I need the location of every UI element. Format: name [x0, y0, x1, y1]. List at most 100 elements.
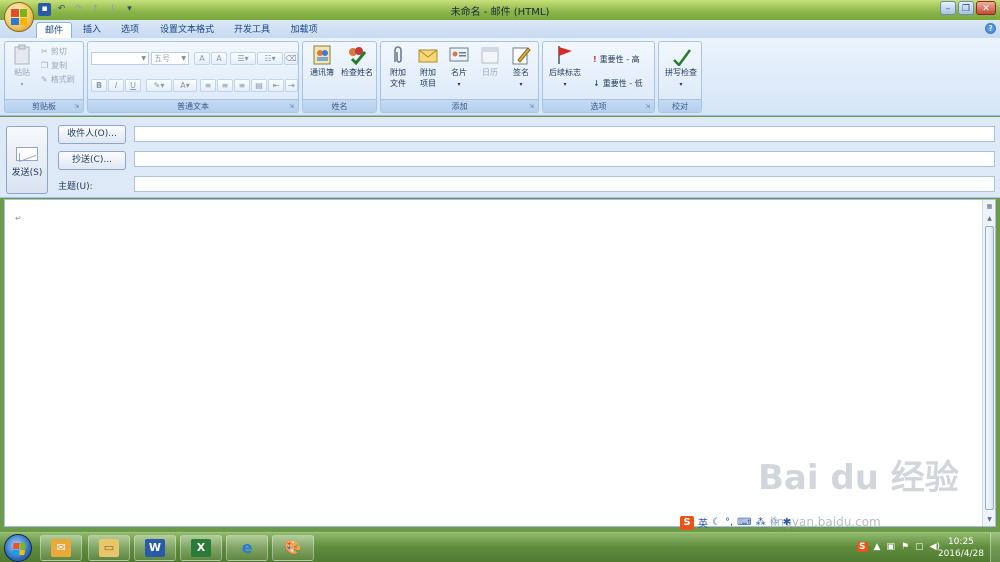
- tab-options[interactable]: 选项: [114, 22, 146, 38]
- tab-mail[interactable]: 邮件: [36, 22, 72, 38]
- folder-icon: ▭: [99, 539, 119, 557]
- punctuation-icon[interactable]: °,: [725, 517, 733, 528]
- increase-indent-button[interactable]: ⇥: [285, 79, 298, 92]
- calendar-button[interactable]: 日历: [475, 44, 505, 78]
- numbering-button[interactable]: ☷▾: [257, 52, 283, 65]
- tab-developer[interactable]: 开发工具: [226, 22, 278, 38]
- ime-mode[interactable]: 英: [698, 515, 708, 530]
- format-painter-button[interactable]: ✎ 格式刷: [41, 74, 75, 86]
- maximize-button[interactable]: ❐: [958, 1, 974, 15]
- group-include: 附加 文件 附加 项目 名片 ▾ 日历 签名 ▾ 添加 ⇲: [380, 41, 539, 113]
- start-button[interactable]: [4, 534, 32, 562]
- attach-item-button[interactable]: 附加 项目: [413, 44, 443, 89]
- shrink-font-button[interactable]: A: [211, 52, 227, 65]
- keyboard-icon[interactable]: ⌨: [737, 517, 751, 528]
- tab-insert[interactable]: 插入: [76, 22, 108, 38]
- system-tray: S ▲ ▣ ⚑ ▢ ◀): [857, 542, 940, 552]
- envelope-icon: [418, 49, 438, 63]
- dialog-launcher-icon[interactable]: ⇲: [289, 103, 296, 110]
- shirt-icon[interactable]: ♲: [770, 517, 779, 528]
- scroll-up-icon[interactable]: ▲: [984, 213, 995, 224]
- moon-icon[interactable]: ☾: [712, 517, 721, 528]
- address-book-button[interactable]: 通讯簿: [305, 44, 339, 78]
- justify-button[interactable]: ▤: [251, 79, 267, 92]
- cc-field[interactable]: [134, 151, 995, 167]
- minimize-button[interactable]: –: [940, 1, 956, 15]
- taskbar-explorer[interactable]: ▭: [88, 535, 130, 561]
- business-card-button[interactable]: 名片 ▾: [444, 44, 474, 90]
- check-names-icon: [349, 47, 367, 66]
- outlook-icon: ✉: [51, 539, 71, 557]
- importance-high-button[interactable]: ! 重要性 - 高: [593, 54, 640, 66]
- dialog-launcher-icon[interactable]: ⇲: [529, 103, 536, 110]
- clock[interactable]: 10:25 2016/4/28: [938, 536, 984, 560]
- highlight-button[interactable]: ✎▾: [146, 79, 172, 92]
- cut-button[interactable]: ✂ 剪切: [41, 46, 67, 58]
- importance-low-button[interactable]: ↓ 重要性 - 低: [593, 78, 643, 90]
- send-button[interactable]: 发送(S): [6, 126, 48, 194]
- dialog-launcher-icon[interactable]: ⇲: [74, 103, 81, 110]
- align-left-button[interactable]: ≡: [200, 79, 216, 92]
- bullets-button[interactable]: ☰▾: [230, 52, 256, 65]
- wrench-icon[interactable]: ✱: [783, 517, 791, 528]
- scroll-down-icon[interactable]: ▼: [984, 514, 995, 525]
- decrease-indent-button[interactable]: ⇤: [268, 79, 284, 92]
- office-button[interactable]: [4, 2, 34, 32]
- attach-file-button[interactable]: 附加 文件: [383, 44, 413, 89]
- vertical-scrollbar[interactable]: ▦ ▲ ▼: [982, 200, 995, 526]
- show-desktop-button[interactable]: [990, 533, 1000, 562]
- ime-toolbar: S 英 ☾ °, ⌨ ⁂ ♲ ✱: [680, 515, 791, 530]
- subject-label: 主题(U):: [58, 182, 93, 192]
- tab-add-ins[interactable]: 加载项: [282, 22, 326, 38]
- exclamation-icon: !: [593, 55, 597, 64]
- underline-button[interactable]: U: [125, 79, 141, 92]
- taskbar-word[interactable]: W: [134, 535, 176, 561]
- group-proofing: 拼写检查 ▾ 校对: [658, 41, 702, 113]
- font-color-button[interactable]: A▾: [173, 79, 197, 92]
- paint-icon: 🎨: [284, 540, 302, 556]
- send-envelope-icon: [16, 147, 38, 161]
- check-names-button[interactable]: 检查姓名: [338, 44, 376, 78]
- paste-button[interactable]: 粘贴 ▾: [9, 44, 35, 90]
- scroll-thumb[interactable]: [985, 226, 994, 510]
- cc-button[interactable]: 抄送(C)...: [58, 151, 126, 170]
- italic-button[interactable]: I: [108, 79, 124, 92]
- grow-font-button[interactable]: A: [194, 52, 210, 65]
- taskbar-paint[interactable]: 🎨: [272, 535, 314, 561]
- close-button[interactable]: ✕: [976, 1, 996, 15]
- network-icon[interactable]: ▣: [886, 542, 895, 552]
- baidu-watermark: Bai du 经验: [758, 458, 959, 498]
- taskbar-outlook[interactable]: ✉: [40, 535, 82, 561]
- ribbon-tabs: 邮件 插入 选项 设置文本格式 开发工具 加载项: [0, 20, 1000, 38]
- scissors-icon: ✂: [41, 47, 48, 56]
- clear-formatting-button[interactable]: ⌫: [284, 52, 298, 65]
- bold-button[interactable]: B: [91, 79, 107, 92]
- display-icon[interactable]: ▢: [915, 542, 924, 552]
- tab-format-text[interactable]: 设置文本格式: [152, 22, 222, 38]
- follow-up-button[interactable]: 后续标志 ▾: [544, 44, 586, 90]
- group-names: 通讯簿 检查姓名 姓名: [302, 41, 377, 113]
- action-center-icon[interactable]: ⚑: [901, 542, 909, 552]
- sogou-tray-icon[interactable]: S: [857, 542, 868, 552]
- font-size-combo[interactable]: 五号 ▼: [151, 52, 189, 65]
- brush-icon: ✎: [41, 75, 48, 84]
- internet-explorer-icon: e: [241, 538, 253, 557]
- group-label-clipboard: 剪贴板: [5, 99, 83, 112]
- ruler-toggle-icon[interactable]: ▦: [984, 201, 995, 212]
- signature-button[interactable]: 签名 ▾: [506, 44, 536, 90]
- to-field[interactable]: [134, 126, 995, 142]
- copy-button[interactable]: ❐ 复制: [41, 60, 67, 72]
- taskbar-internet-explorer[interactable]: e: [226, 535, 268, 561]
- align-center-button[interactable]: ≡: [217, 79, 233, 92]
- align-right-button[interactable]: ≡: [234, 79, 250, 92]
- sogou-logo-icon[interactable]: S: [680, 515, 694, 530]
- to-button[interactable]: 收件人(O)...: [58, 125, 126, 144]
- font-name-combo[interactable]: ▼: [91, 52, 149, 65]
- tray-arrow-icon[interactable]: ▲: [874, 542, 881, 552]
- help-icon[interactable]: ?: [985, 23, 996, 34]
- spelling-button[interactable]: 拼写检查 ▾: [660, 44, 702, 90]
- taskbar-excel[interactable]: X: [180, 535, 222, 561]
- dialog-launcher-icon[interactable]: ⇲: [645, 103, 652, 110]
- subject-field[interactable]: [134, 176, 995, 192]
- skin-icon[interactable]: ⁂: [756, 517, 766, 528]
